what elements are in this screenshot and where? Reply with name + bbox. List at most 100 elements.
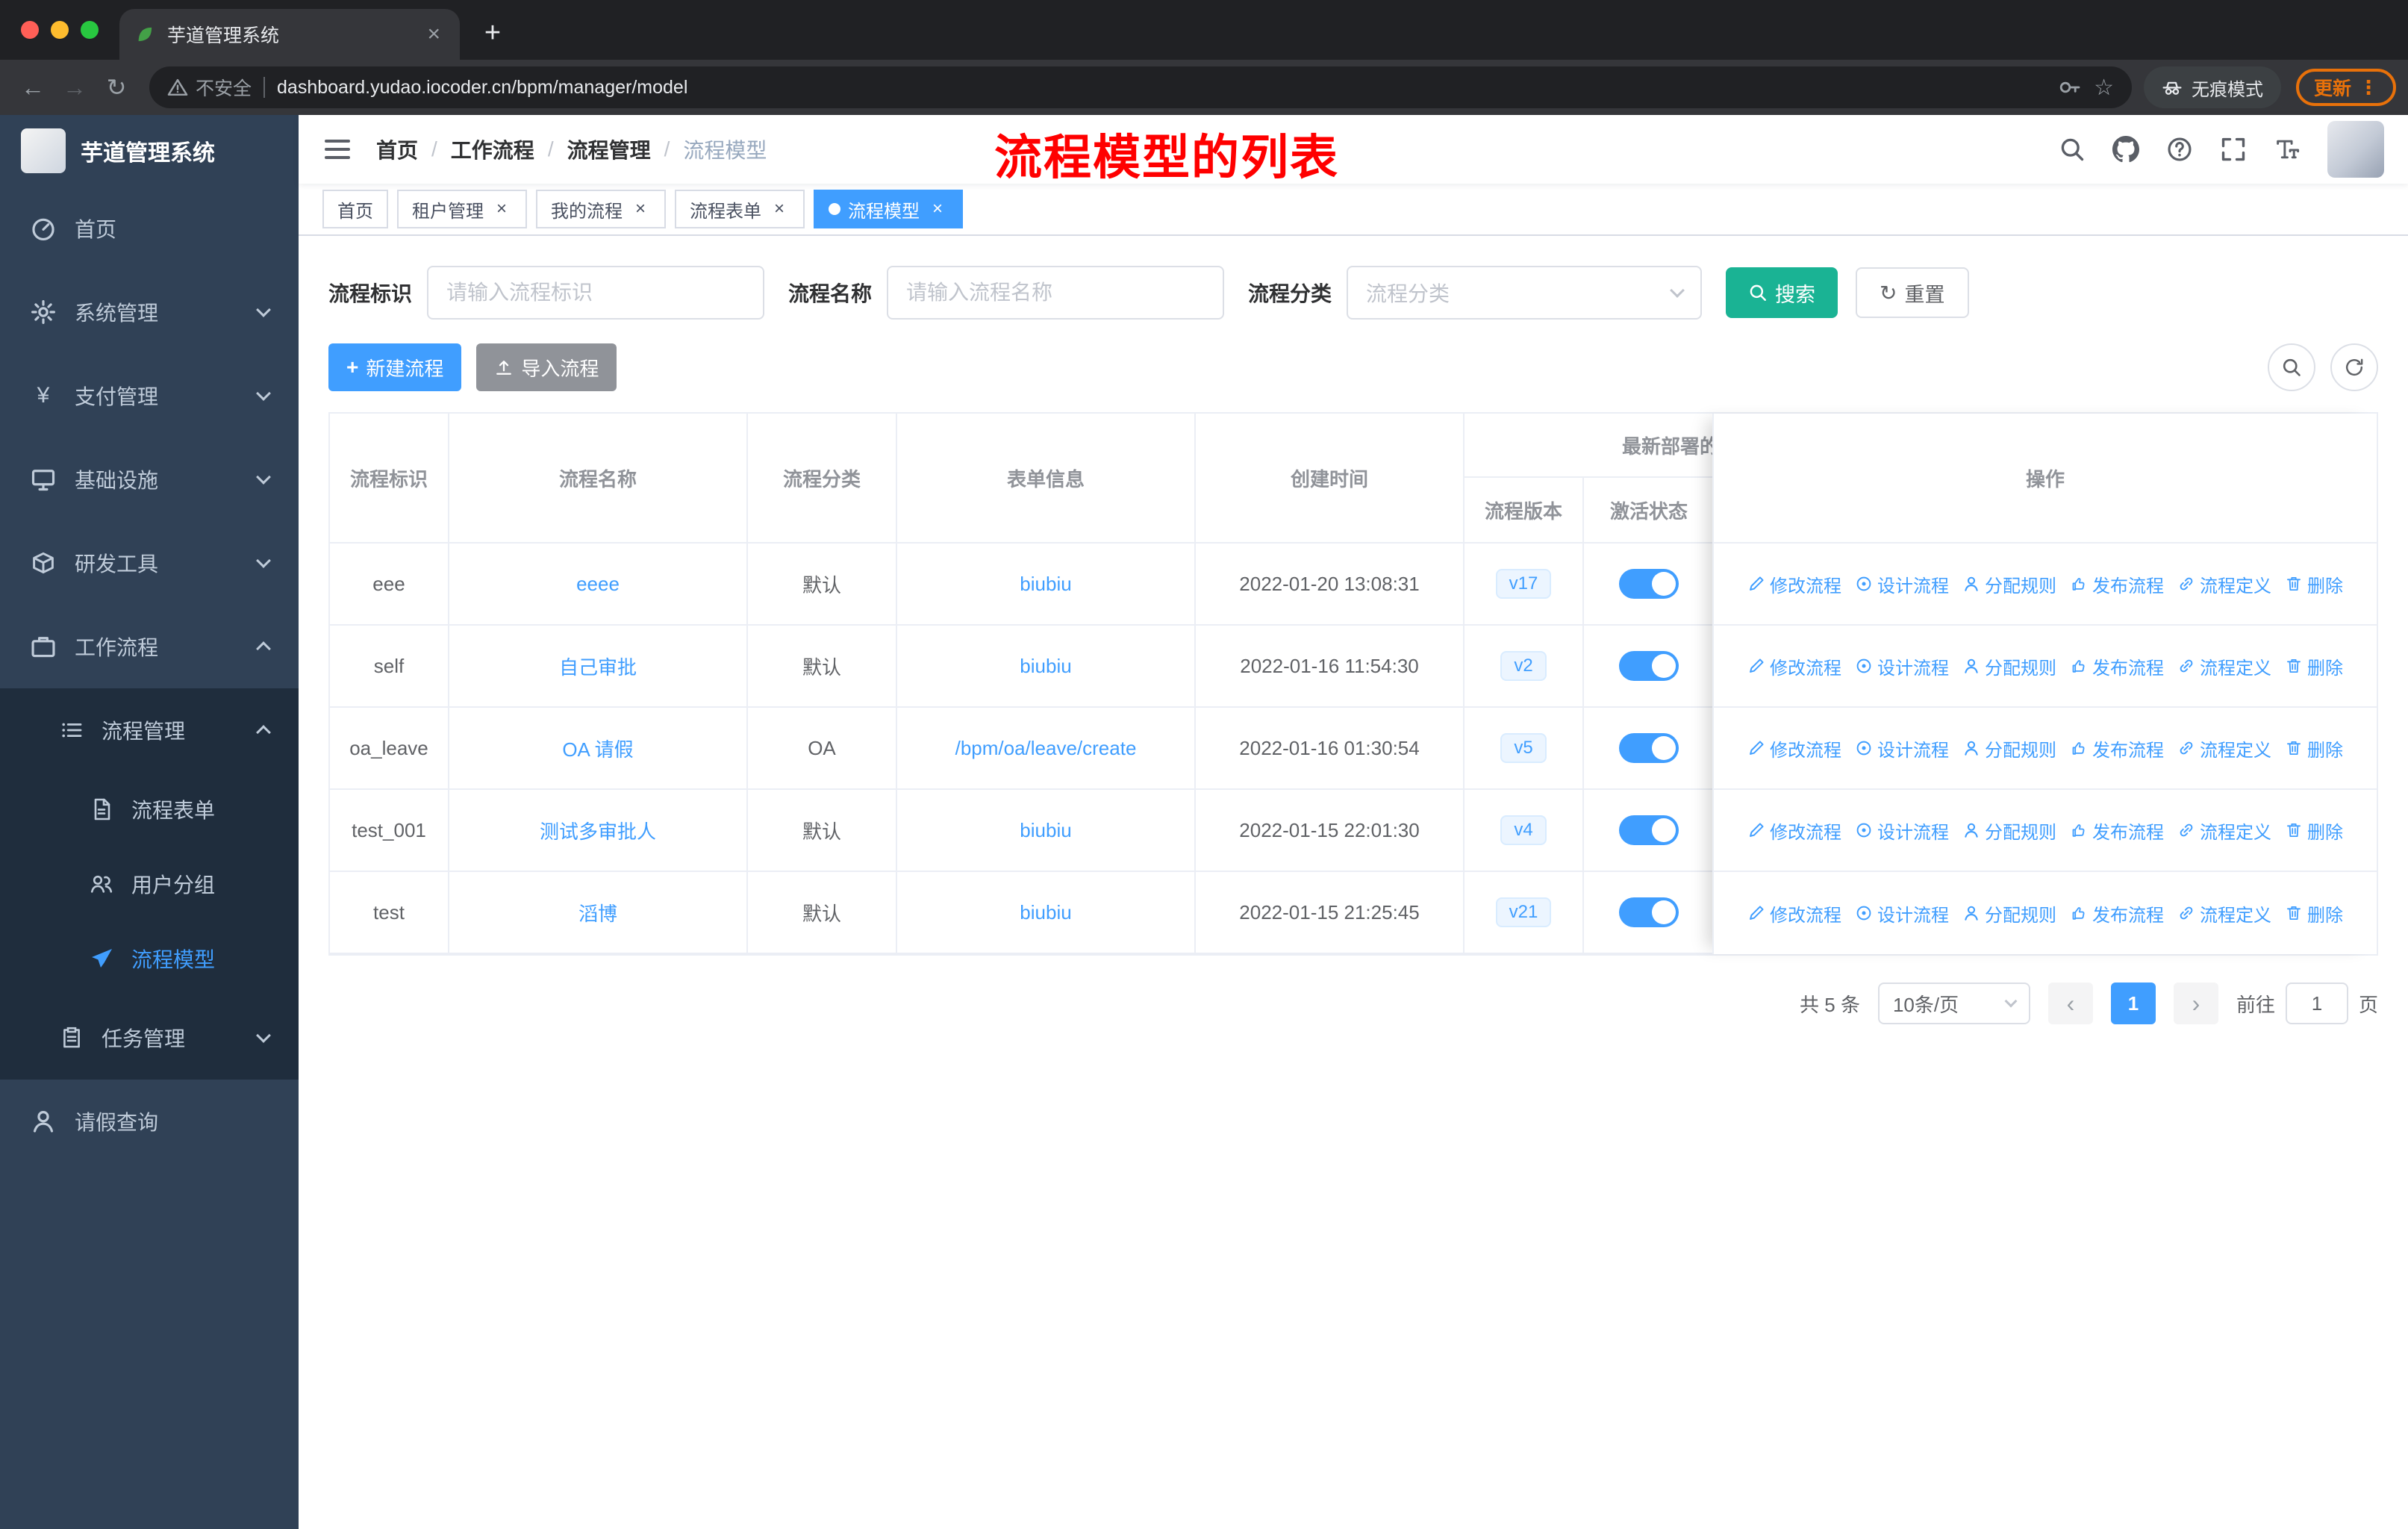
tag-process-form[interactable]: 流程表单 ×	[675, 190, 805, 228]
new-tab-button[interactable]: +	[472, 12, 514, 54]
sidebar-item-home[interactable]: 首页	[0, 187, 299, 270]
tab-close-icon[interactable]: ×	[422, 22, 445, 47]
bookmark-star-icon[interactable]: ☆	[2094, 75, 2114, 101]
font-size-icon[interactable]	[2274, 136, 2301, 163]
github-icon[interactable]	[2112, 136, 2139, 163]
help-icon[interactable]	[2166, 136, 2193, 163]
sidebar-item-payment[interactable]: ¥ 支付管理	[0, 354, 299, 437]
model-name-link[interactable]: eeee	[576, 573, 620, 596]
form-link[interactable]: /bpm/oa/leave/create	[955, 737, 1137, 760]
reset-button[interactable]: ↻ 重置	[1856, 267, 1969, 318]
active-toggle[interactable]	[1619, 815, 1679, 845]
sidebar-item-leave-query[interactable]: 请假查询	[0, 1080, 299, 1163]
fullscreen-icon[interactable]	[2220, 136, 2247, 163]
form-link[interactable]: biubiu	[1020, 819, 1071, 842]
publish-process-action[interactable]: 发布流程	[2070, 571, 2164, 597]
edit-process-action[interactable]: 修改流程	[1747, 735, 1841, 762]
edit-process-action[interactable]: 修改流程	[1747, 653, 1841, 679]
category-select[interactable]: 流程分类	[1347, 266, 1703, 320]
design-process-action[interactable]: 设计流程	[1855, 571, 1949, 597]
security-chip[interactable]: 不安全	[167, 74, 252, 101]
page-number-1[interactable]: 1	[2110, 983, 2156, 1024]
zoom-window-button[interactable]	[81, 21, 99, 39]
prev-page-button[interactable]: ‹	[2047, 983, 2093, 1024]
model-name-link[interactable]: 自己审批	[559, 653, 637, 680]
edit-process-action[interactable]: 修改流程	[1747, 818, 1841, 844]
search-button[interactable]: 搜索	[1726, 267, 1838, 318]
delete-action[interactable]: 删除	[2285, 653, 2343, 679]
model-name-link[interactable]: 测试多审批人	[540, 817, 656, 844]
design-process-action[interactable]: 设计流程	[1855, 653, 1949, 679]
process-definition-action[interactable]: 流程定义	[2177, 653, 2271, 679]
publish-process-action[interactable]: 发布流程	[2070, 900, 2164, 927]
tag-close-icon[interactable]: ×	[927, 199, 948, 219]
sidebar-item-infra[interactable]: 基础设施	[0, 437, 299, 521]
sidebar-item-workflow[interactable]: 工作流程	[0, 605, 299, 688]
sidebar-item-process-form[interactable]: 流程表单	[0, 772, 299, 847]
sidebar-item-system[interactable]: 系统管理	[0, 270, 299, 354]
assign-rule-action[interactable]: 分配规则	[1962, 735, 2056, 762]
active-toggle[interactable]	[1619, 733, 1679, 763]
process-definition-action[interactable]: 流程定义	[2177, 571, 2271, 597]
tag-home[interactable]: 首页	[322, 190, 388, 228]
sidebar-item-devtools[interactable]: 研发工具	[0, 521, 299, 605]
import-process-button[interactable]: 导入流程	[476, 343, 617, 391]
tag-tenant[interactable]: 租户管理 ×	[397, 190, 527, 228]
breadcrumb-workflow[interactable]: 工作流程	[451, 134, 534, 164]
publish-process-action[interactable]: 发布流程	[2070, 735, 2164, 762]
process-key-input[interactable]	[427, 266, 765, 320]
next-page-button[interactable]: ›	[2173, 983, 2218, 1024]
edit-process-action[interactable]: 修改流程	[1747, 900, 1841, 927]
tag-close-icon[interactable]: ×	[491, 199, 512, 219]
app-logo[interactable]: 芋道管理系统	[0, 115, 299, 187]
tag-close-icon[interactable]: ×	[769, 199, 790, 219]
process-definition-action[interactable]: 流程定义	[2177, 735, 2271, 762]
assign-rule-action[interactable]: 分配规则	[1962, 900, 2056, 927]
reload-button[interactable]: ↻	[96, 66, 137, 108]
delete-action[interactable]: 删除	[2285, 735, 2343, 762]
form-link[interactable]: biubiu	[1020, 655, 1071, 678]
tag-close-icon[interactable]: ×	[630, 199, 651, 219]
goto-page-input[interactable]	[2285, 983, 2348, 1024]
user-avatar[interactable]	[2327, 121, 2384, 178]
form-link[interactable]: biubiu	[1020, 901, 1071, 924]
assign-rule-action[interactable]: 分配规则	[1962, 571, 2056, 597]
assign-rule-action[interactable]: 分配规则	[1962, 818, 2056, 844]
delete-action[interactable]: 删除	[2285, 818, 2343, 844]
address-bar[interactable]: 不安全 dashboard.yudao.iocoder.cn/bpm/manag…	[149, 66, 2132, 108]
back-button[interactable]: ←	[12, 66, 54, 108]
model-name-link[interactable]: 滔博	[578, 899, 617, 927]
design-process-action[interactable]: 设计流程	[1855, 735, 1949, 762]
minimize-window-button[interactable]	[51, 21, 69, 39]
design-process-action[interactable]: 设计流程	[1855, 900, 1949, 927]
page-size-select[interactable]: 10条/页	[1877, 983, 2030, 1024]
update-button[interactable]: 更新 ⋮	[2295, 69, 2396, 106]
active-toggle[interactable]	[1619, 569, 1679, 599]
process-definition-action[interactable]: 流程定义	[2177, 900, 2271, 927]
sidebar-item-task-mgmt[interactable]: 任务管理	[0, 996, 299, 1080]
assign-rule-action[interactable]: 分配规则	[1962, 653, 2056, 679]
search-icon[interactable]	[2059, 136, 2086, 163]
edit-process-action[interactable]: 修改流程	[1747, 571, 1841, 597]
password-key-icon[interactable]	[2058, 75, 2082, 99]
forward-button[interactable]: →	[54, 66, 96, 108]
delete-action[interactable]: 删除	[2285, 571, 2343, 597]
delete-action[interactable]: 删除	[2285, 900, 2343, 927]
tag-process-model[interactable]: 流程模型 ×	[814, 190, 963, 228]
close-window-button[interactable]	[21, 21, 39, 39]
active-toggle[interactable]	[1619, 897, 1679, 927]
sidebar-item-user-group[interactable]: 用户分组	[0, 847, 299, 921]
refresh-table-button[interactable]	[2330, 343, 2378, 391]
tag-my-process[interactable]: 我的流程 ×	[536, 190, 666, 228]
publish-process-action[interactable]: 发布流程	[2070, 653, 2164, 679]
browser-menu-icon[interactable]: ⋮	[2359, 76, 2378, 99]
sidebar-item-process-mgmt[interactable]: 流程管理	[0, 688, 299, 772]
publish-process-action[interactable]: 发布流程	[2070, 818, 2164, 844]
process-definition-action[interactable]: 流程定义	[2177, 818, 2271, 844]
process-name-input[interactable]	[887, 266, 1225, 320]
show-search-button[interactable]	[2268, 343, 2315, 391]
breadcrumb-process-mgmt[interactable]: 流程管理	[567, 134, 651, 164]
sidebar-item-process-model[interactable]: 流程模型	[0, 921, 299, 996]
create-process-button[interactable]: + 新建流程	[328, 343, 462, 391]
hamburger-icon[interactable]	[322, 134, 352, 164]
